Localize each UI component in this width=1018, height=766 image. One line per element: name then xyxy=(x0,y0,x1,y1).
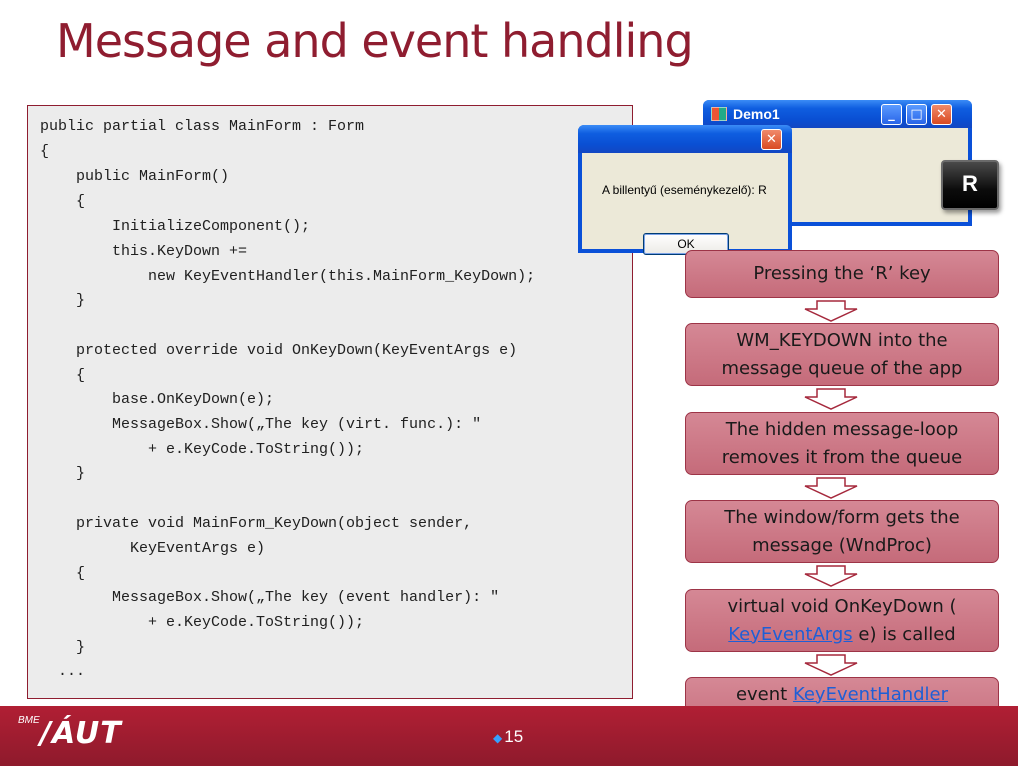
demo-window-title: Demo1 xyxy=(733,106,780,122)
down-arrow-icon xyxy=(804,300,858,322)
flow-step: The window/form gets the message (WndPro… xyxy=(685,500,999,563)
message-box: ✕ A billentyű (eseménykezelő): R OK xyxy=(578,125,792,255)
logo-aut: /ÁUT xyxy=(40,716,122,751)
flow-step-label: The window/form gets the message (WndPro… xyxy=(724,506,960,556)
bullet-icon: ◆ xyxy=(493,731,503,745)
code-line: new KeyEventHandler(this.MainForm_KeyDow… xyxy=(40,268,536,285)
close-icon[interactable]: ✕ xyxy=(761,129,782,150)
code-line: protected override void OnKeyDown(KeyEve… xyxy=(40,342,518,359)
flow-step: WM_KEYDOWN into the message queue of the… xyxy=(685,323,999,386)
flow-step-text: Pressing the ‘R’ key xyxy=(753,260,930,288)
message-box-client: A billentyű (eseménykezelő): R OK xyxy=(582,153,788,255)
code-line: MessageBox.Show(„The key (virt. func.): … xyxy=(40,416,482,433)
code-line: { xyxy=(40,367,86,384)
flow-step-text: The window/form gets the message (WndPro… xyxy=(694,504,990,560)
code-line: { xyxy=(40,565,86,582)
flow-step: The hidden message-loop removes it from … xyxy=(685,412,999,475)
demo-window-titlebar[interactable]: Demo1 _ □ ✕ xyxy=(703,100,972,128)
code-line: ... xyxy=(40,663,86,680)
code-line: KeyEventArgs e) xyxy=(40,540,266,557)
flow-step-label: Pressing the ‘R’ key xyxy=(753,263,931,284)
flow-step-text: WM_KEYDOWN into the message queue of the… xyxy=(694,327,990,383)
slide-title: Message and event handling xyxy=(56,14,694,68)
message-box-titlebar[interactable]: ✕ xyxy=(578,125,792,153)
code-line: } xyxy=(40,639,86,656)
flow-step-label: event xyxy=(735,683,793,705)
flow-step-label: virtual void OnKeyDown ( xyxy=(727,595,957,617)
message-text: A billentyű (eseménykezelő): R xyxy=(602,183,767,197)
code-line: + e.KeyCode.ToString()); xyxy=(40,614,365,631)
code-line: { xyxy=(40,143,50,160)
logo-bme: BME xyxy=(18,715,40,726)
flow-step-label: e) is called xyxy=(852,623,956,645)
minimize-icon[interactable]: _ xyxy=(881,104,902,125)
code-line: this.KeyDown += xyxy=(40,243,248,260)
type-link[interactable]: KeyEventHandler xyxy=(793,684,948,705)
code-block: public partial class MainForm : Form { pu… xyxy=(27,105,633,699)
down-arrow-icon xyxy=(804,654,858,676)
code-line: InitializeComponent(); xyxy=(40,218,311,235)
code-line: + e.KeyCode.ToString()); xyxy=(40,441,365,458)
flow-step: virtual void OnKeyDown ( KeyEventArgs e)… xyxy=(685,589,999,652)
code-line: MessageBox.Show(„The key (event handler)… xyxy=(40,589,500,606)
app-icon xyxy=(711,107,727,121)
flow-step-text: virtual void OnKeyDown ( KeyEventArgs e)… xyxy=(694,593,990,649)
flow-step-label: The hidden message-loop removes it from … xyxy=(721,418,963,468)
code-line: } xyxy=(40,465,86,482)
type-link[interactable]: KeyEventArgs xyxy=(728,624,852,645)
flow-step-label: WM_KEYDOWN into the message queue of the… xyxy=(721,329,963,379)
code-line: { xyxy=(40,193,86,210)
flow-step-text: The hidden message-loop removes it from … xyxy=(694,416,990,472)
down-arrow-icon xyxy=(804,565,858,587)
r-key: R xyxy=(941,160,999,210)
close-icon[interactable]: ✕ xyxy=(931,104,952,125)
code-line: } xyxy=(40,292,86,309)
page-number: ◆ 15 xyxy=(493,727,523,747)
down-arrow-icon xyxy=(804,388,858,410)
code-line: public MainForm() xyxy=(40,168,230,185)
page-number-text: 15 xyxy=(504,727,524,746)
maximize-icon[interactable]: □ xyxy=(906,104,927,125)
code-line: base.OnKeyDown(e); xyxy=(40,391,275,408)
code-line: private void MainForm_KeyDown(object sen… xyxy=(40,515,473,532)
down-arrow-icon xyxy=(804,477,858,499)
flow-step: Pressing the ‘R’ key xyxy=(685,250,999,298)
code-line: public partial class MainForm : Form xyxy=(40,118,365,135)
